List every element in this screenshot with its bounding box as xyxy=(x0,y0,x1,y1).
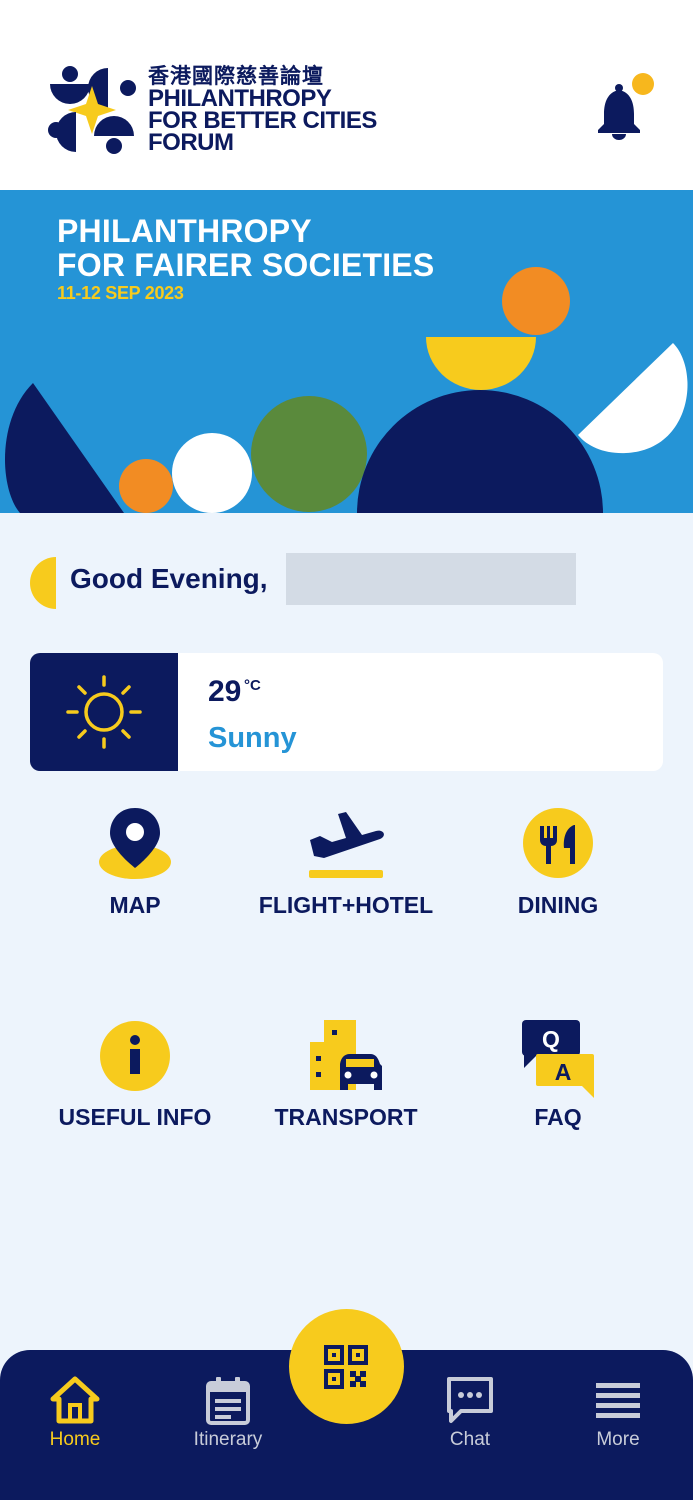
tile-label: TRANSPORT xyxy=(274,1104,418,1130)
qr-code-icon xyxy=(324,1345,368,1389)
weather-card: 29 °C Sunny xyxy=(30,653,663,771)
utensils-icon xyxy=(523,808,593,878)
nav-itinerary[interactable]: Itinerary xyxy=(168,1375,288,1465)
banner-title-line: PHILANTHROPY xyxy=(57,213,312,249)
banner-title: PHILANTHROPY FOR FAIRER SOCIETIES xyxy=(57,214,434,282)
calendar-icon xyxy=(206,1377,250,1425)
tile-map[interactable]: MAP xyxy=(25,806,245,956)
info-icon xyxy=(100,1021,170,1091)
sun-icon xyxy=(66,675,142,749)
forum-logo-text: 香港國際慈善論壇 PHILANTHROPY FOR BETTER CITIES … xyxy=(148,64,377,156)
temperature-value: 29 xyxy=(208,675,242,708)
nav-home[interactable]: Home xyxy=(15,1375,135,1465)
nav-label: Home xyxy=(49,1429,101,1450)
tile-flight-hotel[interactable]: FLIGHT+HOTEL xyxy=(236,806,456,956)
menu-icon xyxy=(596,1383,640,1418)
qa-icon: Q A xyxy=(522,1020,594,1098)
temperature-unit: °C xyxy=(244,677,261,694)
logo-english-line: FORUM xyxy=(148,129,234,156)
user-name-redacted xyxy=(286,553,576,605)
banner-title-line: FOR FAIRER SOCIETIES xyxy=(57,247,435,283)
tile-transport[interactable]: TRANSPORT xyxy=(236,1018,456,1168)
car-building-icon xyxy=(310,1020,382,1090)
event-banner[interactable]: PHILANTHROPY FOR FAIRER SOCIETIES 11-12 … xyxy=(0,190,693,513)
nav-label: More xyxy=(596,1429,640,1450)
notification-dot xyxy=(632,73,654,95)
tile-label: USEFUL INFO xyxy=(58,1104,212,1130)
weather-icon-panel xyxy=(30,653,178,771)
nav-more[interactable]: More xyxy=(558,1375,678,1465)
tile-label: FAQ xyxy=(534,1104,582,1130)
svg-text:Q: Q xyxy=(542,1026,560,1052)
forum-logo-icon xyxy=(48,66,136,154)
greeting-text: Good Evening, xyxy=(70,563,268,594)
qr-scan-button[interactable] xyxy=(289,1309,404,1424)
home-icon xyxy=(50,1376,100,1424)
tile-label: DINING xyxy=(517,892,599,918)
moon-icon xyxy=(30,557,56,609)
tile-useful-info[interactable]: USEFUL INFO xyxy=(25,1018,245,1168)
weather-condition: Sunny xyxy=(208,722,297,754)
tile-dining[interactable]: DINING xyxy=(448,806,668,956)
tile-label: FLIGHT+HOTEL xyxy=(258,892,434,918)
bell-icon[interactable] xyxy=(594,70,658,140)
tile-faq[interactable]: Q A FAQ xyxy=(448,1018,668,1168)
banner-date: 11-12 SEP 2023 xyxy=(57,283,184,303)
nav-chat[interactable]: Chat xyxy=(410,1375,530,1465)
app-header: 香港國際慈善論壇 PHILANTHROPY FOR BETTER CITIES … xyxy=(0,0,693,190)
nav-label: Chat xyxy=(449,1429,491,1450)
chat-icon xyxy=(447,1377,493,1423)
nav-label: Itinerary xyxy=(193,1429,263,1450)
airplane-icon xyxy=(309,812,384,878)
tile-label: MAP xyxy=(109,892,161,918)
map-pin-icon xyxy=(99,808,171,879)
svg-text:A: A xyxy=(555,1059,572,1085)
